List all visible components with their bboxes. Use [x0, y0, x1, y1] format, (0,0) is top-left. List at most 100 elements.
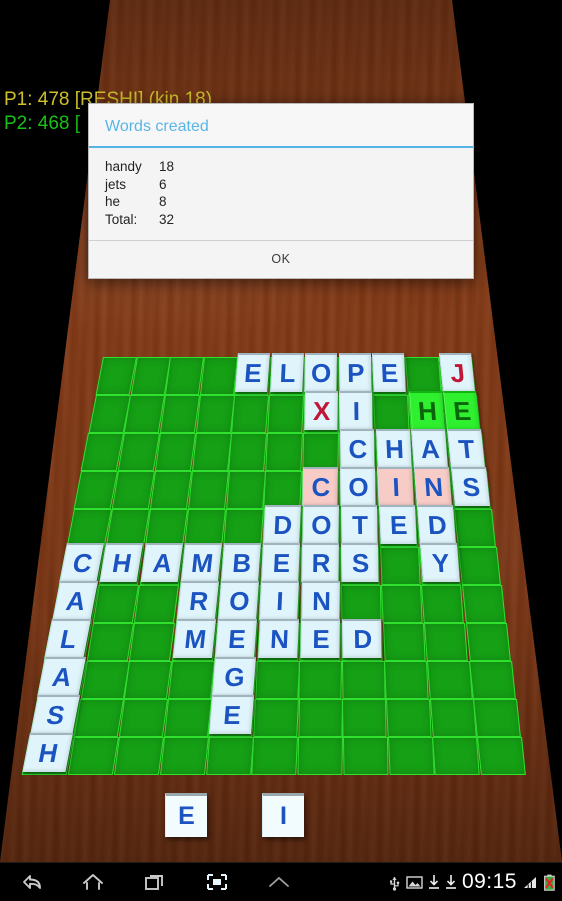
rack-tile[interactable]: I: [262, 793, 304, 837]
board-cell[interactable]: [74, 699, 125, 737]
board-tile[interactable]: D: [416, 505, 456, 544]
board-tile[interactable]: S: [341, 543, 380, 582]
board-cell[interactable]: [222, 509, 264, 547]
board-cell[interactable]: [453, 509, 496, 547]
board-cell[interactable]: [118, 699, 168, 737]
board-cell[interactable]: [404, 357, 442, 395]
board-tile[interactable]: A: [37, 657, 86, 696]
android-navigation-bar[interactable]: 09:15: [0, 862, 562, 900]
board-cell[interactable]: [255, 661, 300, 699]
board-cell[interactable]: [159, 737, 209, 775]
board-tile[interactable]: S: [451, 467, 490, 506]
board-cell[interactable]: [66, 509, 112, 547]
board-cell[interactable]: [457, 547, 501, 585]
board-tile[interactable]: R: [301, 543, 340, 582]
board-tile[interactable]: I: [259, 581, 300, 620]
board-tile[interactable]: O: [340, 467, 376, 506]
board-cell[interactable]: [381, 585, 424, 623]
board-cell[interactable]: [167, 661, 215, 699]
board-cell[interactable]: [183, 509, 226, 547]
board-cell[interactable]: [134, 585, 180, 623]
board-cell[interactable]: [86, 623, 135, 661]
board-tile[interactable]: G: [212, 657, 256, 696]
board-cell[interactable]: [342, 737, 389, 775]
board-tile[interactable]: I: [377, 467, 414, 506]
board-tile[interactable]: E: [300, 619, 341, 658]
board-cell[interactable]: [195, 395, 235, 433]
board-tile[interactable]: O: [304, 353, 337, 392]
board-cell[interactable]: [111, 471, 155, 509]
board-cell[interactable]: [144, 509, 188, 547]
board-cell[interactable]: [298, 699, 343, 737]
board-cell[interactable]: [386, 699, 432, 737]
board-tile[interactable]: E: [443, 391, 480, 430]
board-tile[interactable]: N: [257, 619, 299, 658]
board-tile[interactable]: I: [339, 391, 373, 430]
board-cell[interactable]: [341, 661, 385, 699]
board-tile[interactable]: M: [180, 543, 222, 582]
words-created-dialog[interactable]: Words created handy 18 jets 6 he 8 Total: 32 OK: [88, 103, 474, 279]
board-cell[interactable]: [265, 433, 304, 471]
board-cell[interactable]: [113, 737, 164, 775]
board-cell[interactable]: [199, 357, 238, 395]
board-cell[interactable]: [159, 395, 200, 433]
board-cell[interactable]: [117, 433, 160, 471]
board-cell[interactable]: [298, 661, 342, 699]
board-cell[interactable]: [95, 357, 137, 395]
board-cell[interactable]: [477, 737, 526, 775]
board-cell[interactable]: [163, 699, 212, 737]
board-cell[interactable]: [465, 623, 511, 661]
board-tile[interactable]: O: [302, 505, 339, 544]
board-cell[interactable]: [225, 471, 266, 509]
board-tile[interactable]: A: [411, 429, 449, 468]
board-cell[interactable]: [251, 737, 299, 775]
back-icon[interactable]: [0, 871, 62, 893]
board-tile[interactable]: T: [447, 429, 485, 468]
board-tile[interactable]: L: [44, 619, 92, 658]
board-tile[interactable]: N: [300, 581, 340, 620]
board-tile[interactable]: X: [304, 391, 338, 430]
board-tile[interactable]: D: [262, 505, 301, 544]
board-tile[interactable]: P: [338, 353, 371, 392]
board-cell[interactable]: [384, 661, 429, 699]
board-tile[interactable]: E: [378, 505, 417, 544]
board-cell[interactable]: [382, 623, 426, 661]
board-tile[interactable]: C: [302, 467, 339, 506]
board-tile[interactable]: H: [99, 543, 144, 582]
board-cell[interactable]: [461, 585, 506, 623]
expand-icon[interactable]: [248, 871, 310, 893]
board-tile[interactable]: E: [209, 695, 255, 734]
board-tile[interactable]: C: [339, 429, 375, 468]
board-cell[interactable]: [67, 737, 119, 775]
board-cell[interactable]: [432, 737, 480, 775]
board-cell[interactable]: [424, 623, 469, 661]
board-tile[interactable]: C: [59, 543, 105, 582]
board-tile[interactable]: H: [375, 429, 412, 468]
board-cell[interactable]: [372, 395, 410, 433]
board-cell[interactable]: [149, 471, 192, 509]
board-cell[interactable]: [297, 737, 343, 775]
board-tile[interactable]: H: [408, 391, 445, 430]
board-cell[interactable]: [205, 737, 254, 775]
board-cell[interactable]: [154, 433, 196, 471]
board-cell[interactable]: [340, 585, 382, 623]
board-cell[interactable]: [421, 585, 465, 623]
board-tile[interactable]: H: [22, 733, 74, 772]
board-tile[interactable]: S: [30, 695, 80, 734]
board-cell[interactable]: [253, 699, 299, 737]
board-tile[interactable]: D: [342, 619, 383, 658]
board-cell[interactable]: [105, 509, 150, 547]
board-tile[interactable]: R: [176, 581, 219, 620]
board-tile[interactable]: N: [414, 467, 452, 506]
board-tile[interactable]: E: [235, 353, 270, 392]
board-cell[interactable]: [124, 395, 165, 433]
board-cell[interactable]: [92, 585, 140, 623]
board-cell[interactable]: [426, 661, 473, 699]
board-cell[interactable]: [124, 661, 172, 699]
board-cell[interactable]: [191, 433, 232, 471]
ok-button[interactable]: OK: [89, 241, 473, 278]
board-cell[interactable]: [187, 471, 229, 509]
board-cell[interactable]: [130, 357, 171, 395]
board-cell[interactable]: [228, 433, 268, 471]
board-tile[interactable]: A: [52, 581, 99, 620]
